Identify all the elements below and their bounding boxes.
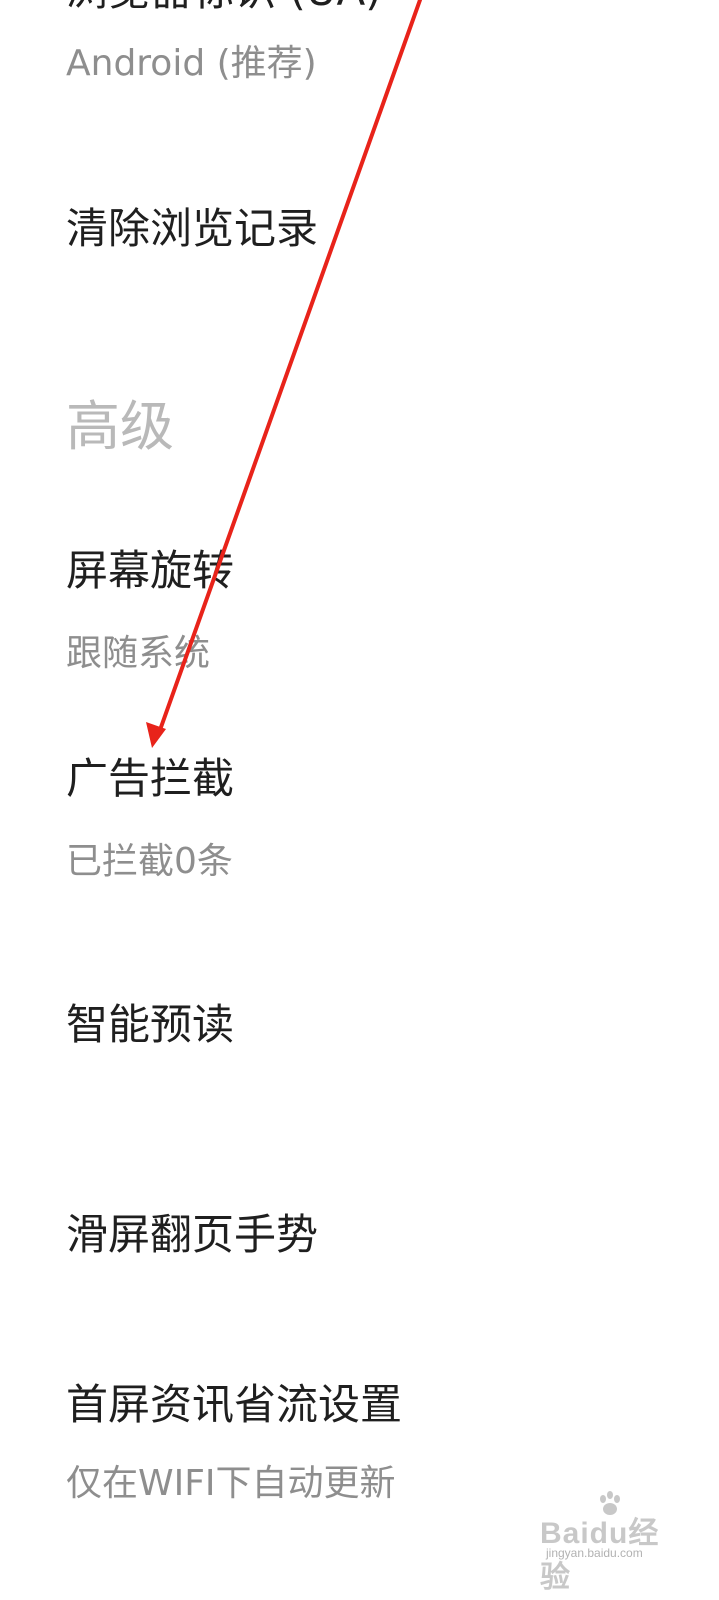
setting-item-swipe-gesture[interactable]: 滑屏翻页手势 <box>0 1170 719 1310</box>
setting-item-smart-preload[interactable]: 智能预读 <box>0 960 719 1100</box>
setting-item-user-agent-title: 浏览器标识 (UA) <box>66 0 382 12</box>
setting-item-screen-rotation-title: 屏幕旋转 <box>66 546 235 595</box>
setting-item-clear-history-title: 清除浏览记录 <box>66 204 319 253</box>
setting-item-clear-history[interactable]: 清除浏览记录 <box>0 170 719 290</box>
setting-item-smart-preload-title: 智能预读 <box>66 1000 235 1049</box>
setting-item-user-agent[interactable]: 浏览器标识 (UA) Android (推荐) <box>0 0 719 110</box>
setting-item-ad-block[interactable]: 广告拦截 已拦截0条 <box>0 730 719 900</box>
watermark-logo: Baidu经验 jingyan.baidu.com <box>540 1490 690 1594</box>
setting-item-swipe-gesture-title: 滑屏翻页手势 <box>66 1210 319 1259</box>
setting-item-ad-block-title: 广告拦截 <box>66 754 235 803</box>
setting-item-homepage-data-saving-title: 首屏资讯省流设置 <box>66 1380 403 1429</box>
setting-item-homepage-data-saving-value: 仅在WIFI下自动更新 <box>66 1463 396 1504</box>
setting-item-user-agent-value: Android (推荐) <box>66 43 317 84</box>
watermark-url: jingyan.baidu.com <box>546 1546 643 1560</box>
setting-item-screen-rotation-value: 跟随系统 <box>66 633 211 674</box>
setting-item-screen-rotation[interactable]: 屏幕旋转 跟随系统 <box>0 520 719 690</box>
section-header-advanced: 高级 <box>66 395 174 458</box>
setting-item-ad-block-value: 已拦截0条 <box>66 841 233 882</box>
